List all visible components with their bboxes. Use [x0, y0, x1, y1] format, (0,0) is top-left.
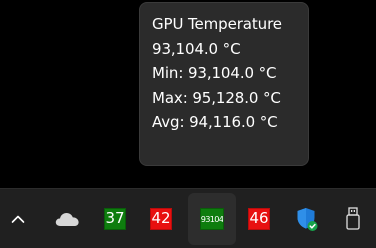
gpu-temperature-badge: 93104 [200, 208, 224, 230]
temperature-badge: 46 [248, 207, 270, 230]
gpu-temp-tray-button[interactable]: 93104 [188, 193, 236, 245]
chevron-up-icon [11, 215, 25, 223]
safely-remove-hardware-button[interactable] [338, 189, 368, 248]
temperature-badge: 42 [150, 207, 172, 230]
tooltip-title: GPU Temperature [152, 15, 282, 33]
onedrive-tray-button[interactable] [52, 189, 82, 248]
cpu-temp-tray-button[interactable]: 37 [99, 189, 131, 248]
desktop-screen: GPU Temperature 93,104.0 °C Min: 93,104.… [0, 0, 376, 248]
tooltip-min-value: Min: 93,104.0 °C [152, 64, 277, 82]
windows-security-tray-button[interactable] [292, 189, 322, 248]
taskbar-system-tray: 37 42 93104 46 [0, 188, 376, 248]
tooltip-max-value: Max: 95,128.0 °C [152, 88, 281, 107]
tooltip-avg-value: Avg: 94,116.0 °C [152, 113, 278, 131]
usb-drive-icon [346, 206, 360, 230]
temp-tray-button-4[interactable]: 46 [243, 189, 275, 248]
onedrive-cloud-icon [55, 212, 79, 226]
gpu-temperature-tooltip: GPU Temperature 93,104.0 °C Min: 93,104.… [139, 2, 309, 166]
show-hidden-icons-button[interactable] [4, 189, 32, 248]
windows-security-shield-icon [297, 207, 318, 231]
tooltip-current-value: 93,104.0 °C [152, 39, 241, 58]
temp-tray-button-2[interactable]: 42 [145, 189, 177, 248]
temperature-badge: 37 [104, 207, 126, 230]
